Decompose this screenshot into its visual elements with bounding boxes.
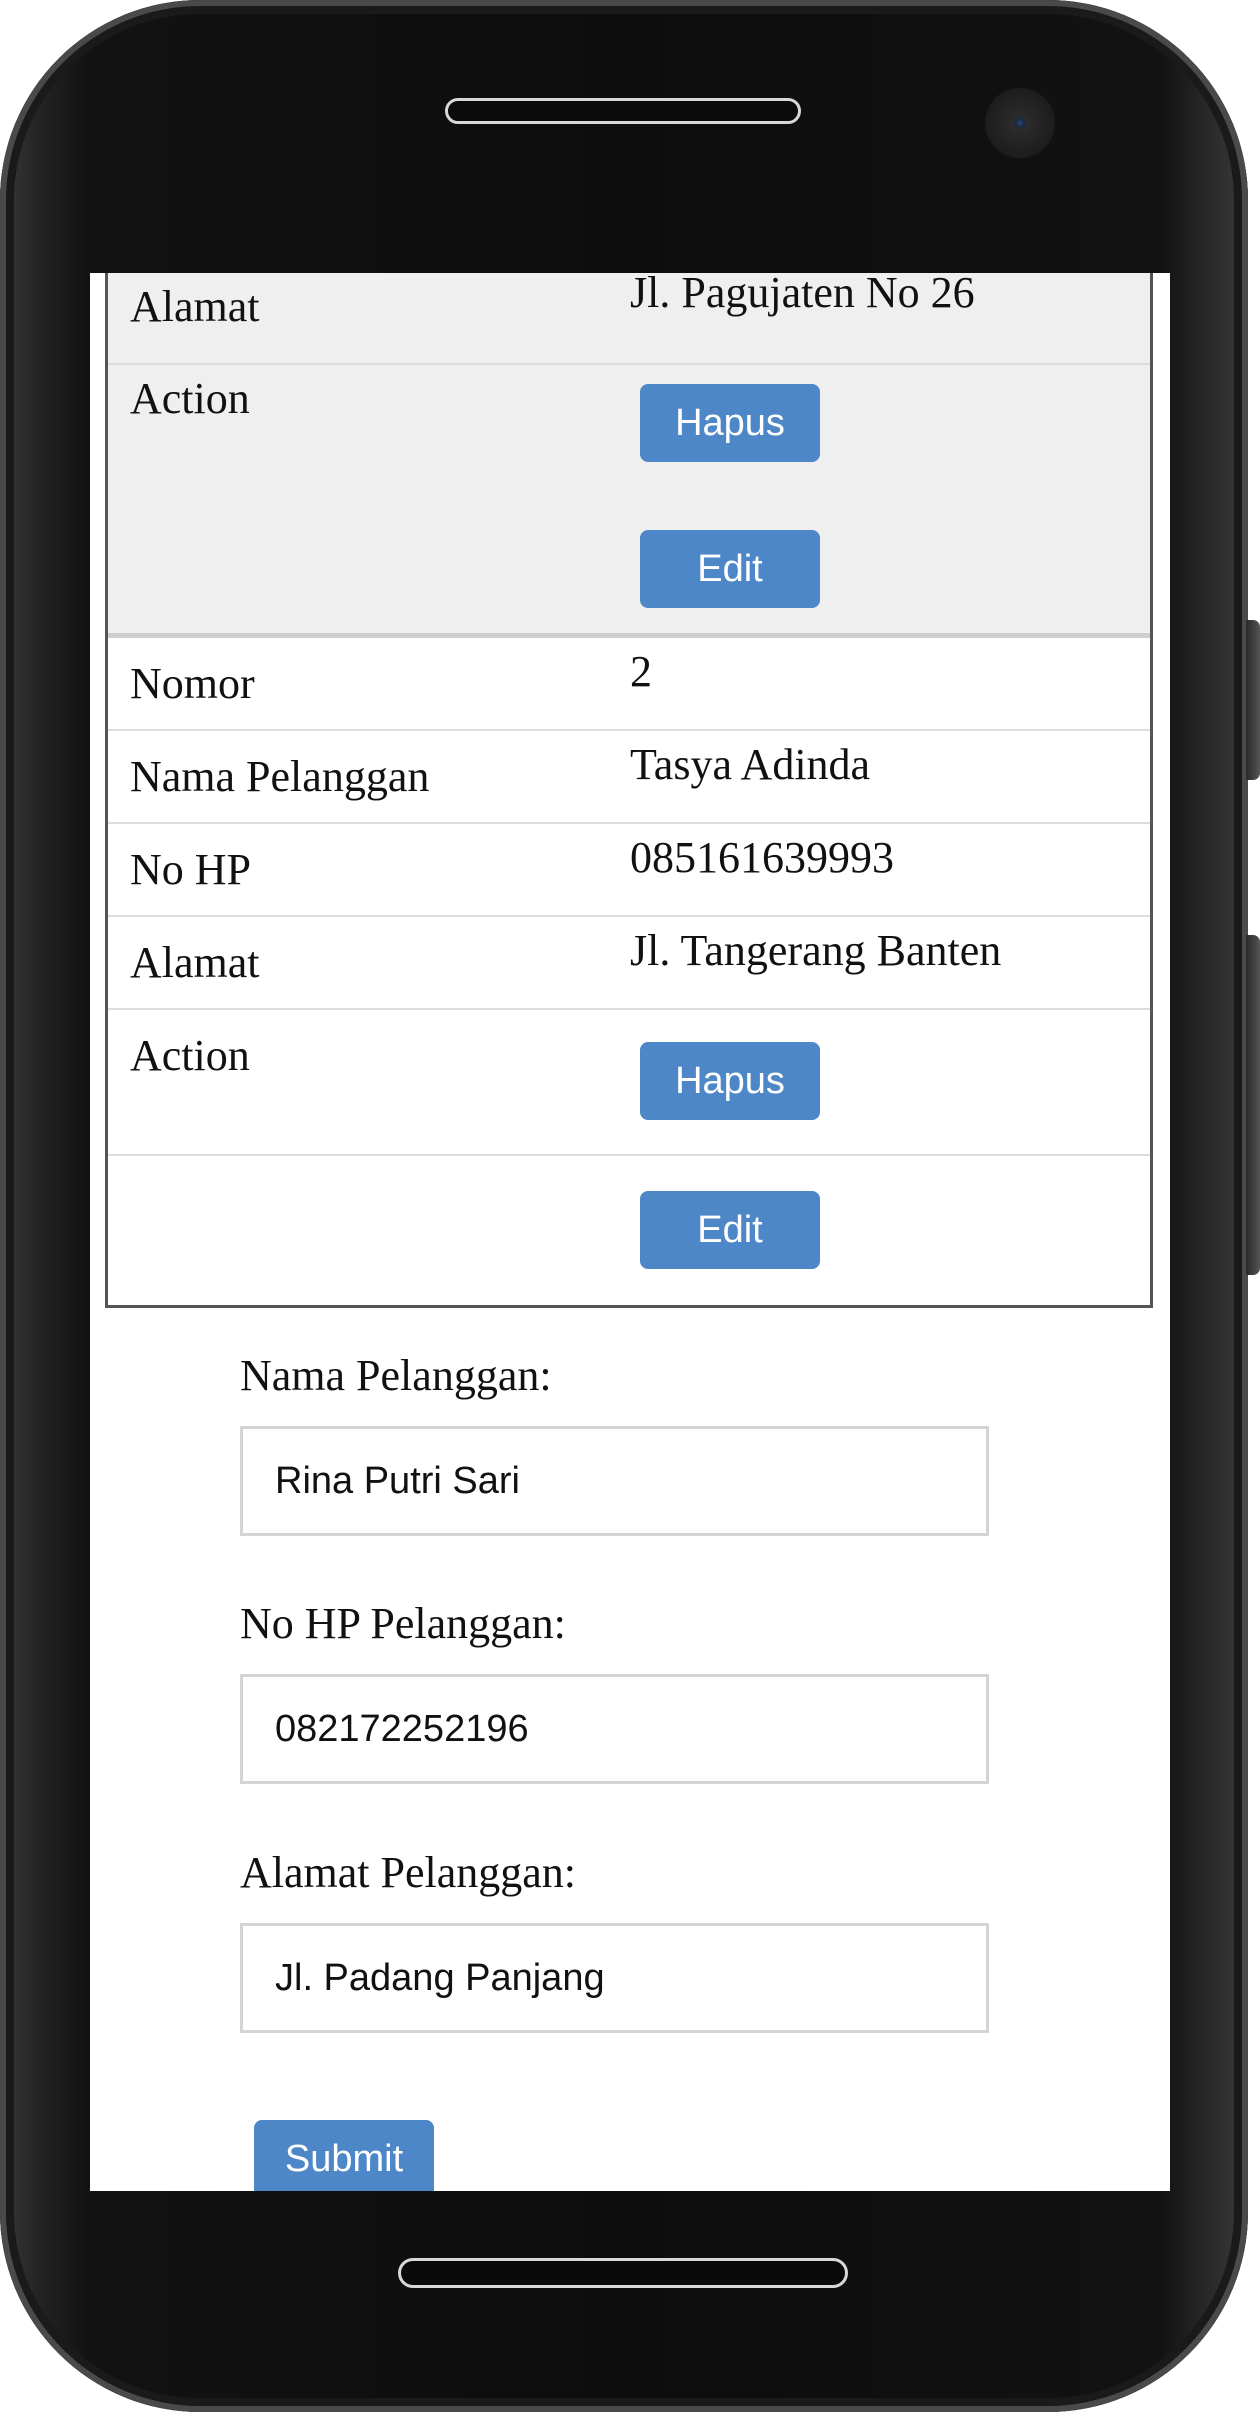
- table-row: Nama Pelanggan Tasya Adinda: [108, 731, 1150, 824]
- edit-button[interactable]: Edit: [640, 1191, 820, 1269]
- field-label: Alamat: [130, 938, 260, 987]
- screen: Alamat Jl. Pagujaten No 26 Action Hapus …: [90, 273, 1170, 2191]
- field-label: Action: [130, 1031, 250, 1080]
- delete-button[interactable]: Hapus: [640, 384, 820, 462]
- table-row: Alamat Jl. Pagujaten No 26: [108, 273, 1150, 365]
- field-label: No HP: [130, 845, 252, 894]
- edit-button[interactable]: Edit: [640, 530, 820, 608]
- table-row: Action Hapus: [108, 1010, 1150, 1156]
- field-value: Jl. Tangerang Banten: [630, 926, 1002, 975]
- phone-label: No HP Pelanggan:: [240, 1599, 566, 1648]
- power-button[interactable]: [1246, 935, 1260, 1275]
- phone-input[interactable]: [240, 1674, 989, 1784]
- submit-button[interactable]: Submit: [254, 2120, 434, 2191]
- speaker-grille: [445, 98, 801, 124]
- field-value: 085161639993: [630, 833, 894, 882]
- field-value: Jl. Pagujaten No 26: [630, 273, 975, 317]
- delete-button[interactable]: Hapus: [640, 1042, 820, 1120]
- name-input[interactable]: [240, 1426, 989, 1536]
- field-value: 2: [630, 647, 652, 696]
- address-label: Alamat Pelanggan:: [240, 1848, 577, 1897]
- field-value: Tasya Adinda: [630, 740, 871, 789]
- table-row: Action Hapus Edit: [108, 365, 1150, 633]
- field-label: Action: [130, 374, 250, 423]
- address-input[interactable]: [240, 1923, 989, 2033]
- field-label: Alamat: [130, 282, 260, 331]
- home-bar[interactable]: [398, 2258, 848, 2288]
- name-label: Nama Pelanggan:: [240, 1351, 552, 1400]
- volume-button[interactable]: [1246, 620, 1260, 780]
- table-row: No HP 085161639993: [108, 824, 1150, 917]
- field-label: Nomor: [130, 659, 255, 708]
- table-row: Edit: [108, 1156, 1150, 1305]
- field-label: Nama Pelanggan: [130, 752, 430, 801]
- customer-table: Alamat Jl. Pagujaten No 26 Action Hapus …: [105, 273, 1153, 1308]
- front-camera-icon: [985, 88, 1055, 158]
- table-row: Nomor 2: [108, 638, 1150, 731]
- table-row: Alamat Jl. Tangerang Banten: [108, 917, 1150, 1010]
- phone-frame: Alamat Jl. Pagujaten No 26 Action Hapus …: [0, 0, 1248, 2412]
